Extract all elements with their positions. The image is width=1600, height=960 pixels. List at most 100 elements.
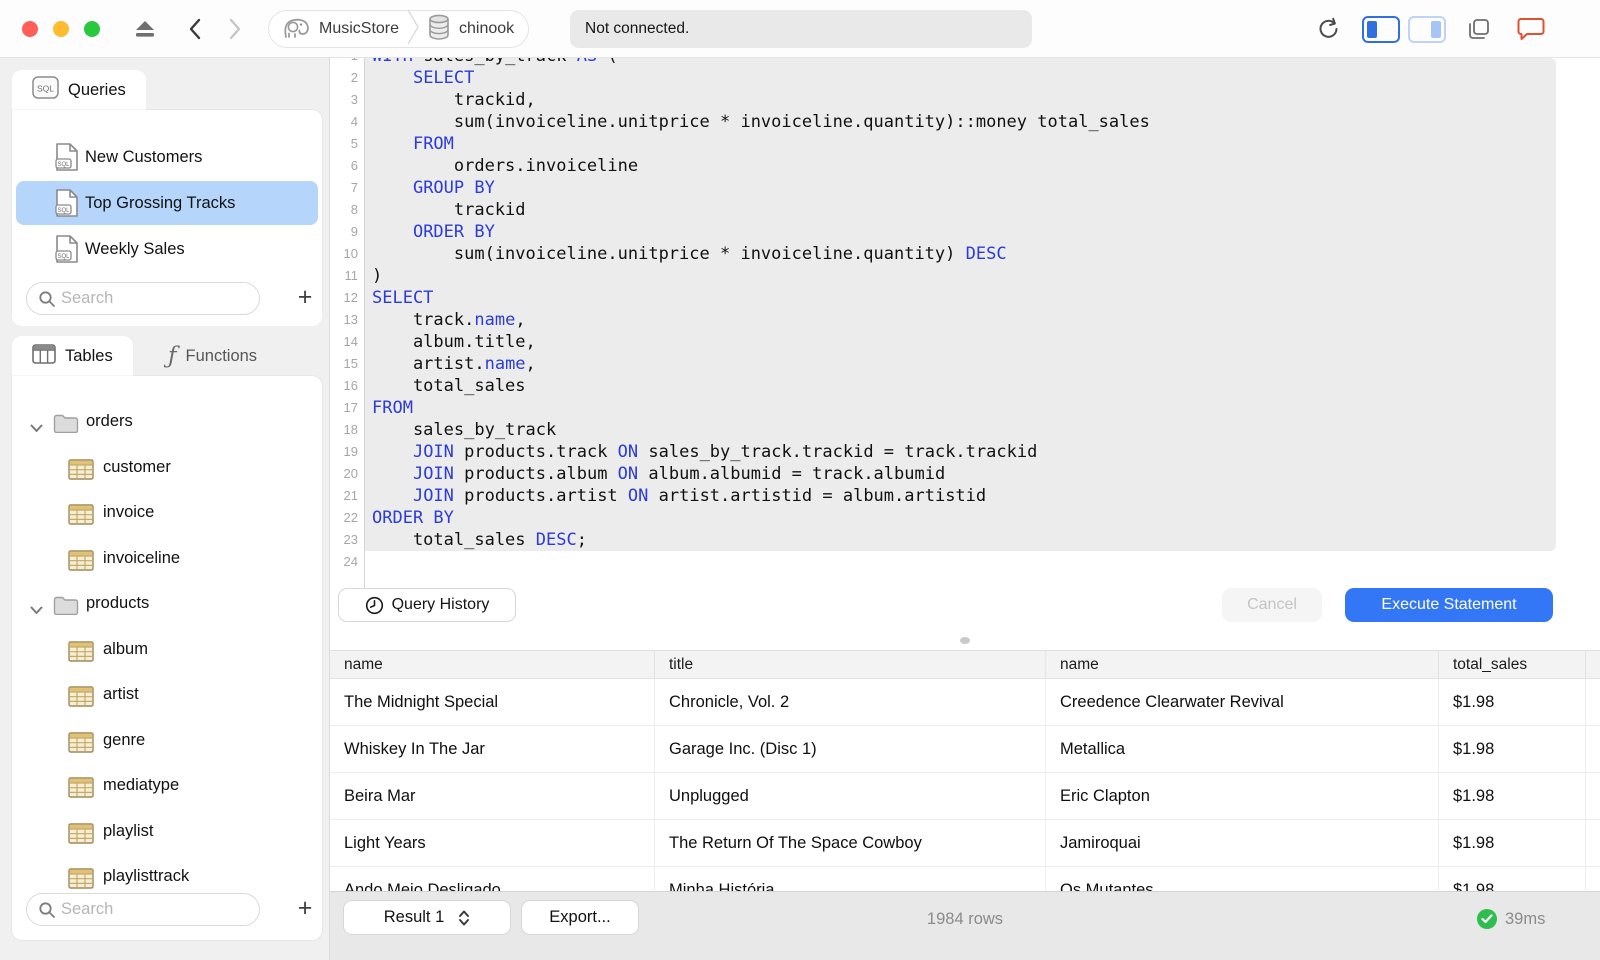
export-button[interactable]: Export... xyxy=(522,901,638,934)
sidebar-left-toggle[interactable] xyxy=(1362,16,1400,43)
splitter-handle-icon[interactable] xyxy=(960,637,970,644)
table-cell[interactable]: Ando Meio Desligado xyxy=(330,867,655,891)
tree-table-row[interactable]: genre xyxy=(12,720,322,766)
chevron-down-icon[interactable] xyxy=(30,420,43,438)
table-cell[interactable]: $1.98 xyxy=(1439,820,1586,866)
code-line[interactable]: orders.invoiceline xyxy=(372,155,1150,177)
tree-table-row[interactable]: mediatype xyxy=(12,765,322,811)
tree-table-row[interactable]: playlist xyxy=(12,811,322,857)
code-line[interactable]: ORDER BY xyxy=(372,221,1150,243)
code-line[interactable]: ) xyxy=(372,265,1150,287)
add-table-button[interactable]: + xyxy=(290,892,320,926)
chat-bubble-icon[interactable] xyxy=(1516,14,1546,44)
table-cell[interactable]: $1.98 xyxy=(1439,679,1586,725)
eject-icon[interactable] xyxy=(130,14,160,44)
table-cell[interactable]: The Midnight Special xyxy=(330,679,655,725)
query-list-item[interactable]: SQL Top Grossing Tracks xyxy=(12,180,322,226)
code-line[interactable]: SELECT xyxy=(372,67,1150,89)
code-line[interactable]: trackid xyxy=(372,199,1150,221)
code-line[interactable]: total_sales xyxy=(372,375,1150,397)
table-cell[interactable]: Metallica xyxy=(1046,726,1439,772)
chevron-up-down-icon xyxy=(459,910,470,925)
code-line[interactable]: FROM xyxy=(372,133,1150,155)
column-header[interactable]: name xyxy=(330,651,655,678)
table-cell[interactable]: $1.98 xyxy=(1439,773,1586,819)
tab-functions[interactable]: ƒ Functions xyxy=(148,336,277,376)
tab-queries[interactable]: SQL Queries xyxy=(12,70,146,110)
tree-table-row[interactable]: customer xyxy=(12,447,322,493)
code-line[interactable]: JOIN products.artist ON artist.artistid … xyxy=(372,485,1150,507)
tree-folder-row[interactable]: products xyxy=(12,583,322,629)
table-cell[interactable]: Os Mutantes xyxy=(1046,867,1439,891)
table-cell[interactable]: $1.98 xyxy=(1439,726,1586,772)
code-line[interactable]: sum(invoiceline.unitprice * invoiceline.… xyxy=(372,111,1150,133)
code-line[interactable]: SELECT xyxy=(372,287,1150,309)
query-history-button[interactable]: Query History xyxy=(338,588,516,622)
sidebar-right-toggle[interactable] xyxy=(1408,16,1446,43)
queries-search[interactable] xyxy=(26,282,260,315)
table-cell[interactable]: Unplugged xyxy=(655,773,1046,819)
zoom-button[interactable] xyxy=(84,21,100,37)
code-line[interactable] xyxy=(372,551,1150,573)
minimize-button[interactable] xyxy=(53,21,69,37)
table-cell[interactable]: Minha História xyxy=(655,867,1046,891)
query-list-item[interactable]: SQL New Customers xyxy=(12,134,322,180)
pane-splitter[interactable] xyxy=(330,632,1600,650)
column-header[interactable]: total_sales xyxy=(1439,651,1586,678)
table-cell[interactable]: Eric Clapton xyxy=(1046,773,1439,819)
table-cell[interactable]: Garage Inc. (Disc 1) xyxy=(655,726,1046,772)
chevron-down-icon[interactable] xyxy=(30,602,43,620)
add-query-button[interactable]: + xyxy=(290,281,320,315)
code-line[interactable]: album.title, xyxy=(372,331,1150,353)
result-selector[interactable]: Result 1 xyxy=(344,901,510,934)
table-row[interactable]: The Midnight Special Chronicle, Vol. 2 Cre… xyxy=(330,679,1600,726)
table-cell[interactable]: Creedence Clearwater Revival xyxy=(1046,679,1439,725)
table-cell[interactable]: Jamiroquai xyxy=(1046,820,1439,866)
tree-table-row[interactable]: invoice xyxy=(12,492,322,538)
table-cell[interactable]: Chronicle, Vol. 2 xyxy=(655,679,1046,725)
windows-icon[interactable] xyxy=(1464,14,1494,44)
tables-search[interactable] xyxy=(26,893,260,926)
table-cell[interactable]: Beira Mar xyxy=(330,773,655,819)
code-line[interactable]: track.name, xyxy=(372,309,1150,331)
tree-table-row[interactable]: artist xyxy=(12,674,322,720)
code-line[interactable]: GROUP BY xyxy=(372,177,1150,199)
code-line[interactable]: sum(invoiceline.unitprice * invoiceline.… xyxy=(372,243,1150,265)
sql-editor[interactable]: 123456789101112131415161718192021222324 … xyxy=(330,58,1600,632)
column-header[interactable]: title xyxy=(655,651,1046,678)
table-row[interactable]: Ando Meio Desligado Minha História Os Muta… xyxy=(330,867,1600,891)
queries-search-input[interactable] xyxy=(61,284,251,313)
code-line[interactable]: trackid, xyxy=(372,89,1150,111)
query-list-item[interactable]: SQL Weekly Sales xyxy=(12,226,322,272)
breadcrumb[interactable]: MusicStore chinook xyxy=(268,9,530,48)
tables-search-input[interactable] xyxy=(61,895,251,924)
code-line[interactable]: sales_by_track xyxy=(372,419,1150,441)
tree-table-row[interactable]: album xyxy=(12,629,322,675)
svg-text:SQL: SQL xyxy=(37,84,54,94)
sql-code[interactable]: WITH sales_by_track AS ( SELECT trackid,… xyxy=(372,58,1150,573)
table-row[interactable]: Light Years The Return Of The Space Cowbo… xyxy=(330,820,1600,867)
column-header[interactable]: name xyxy=(1046,651,1439,678)
code-line[interactable]: total_sales DESC; xyxy=(372,529,1150,551)
tree-table-row[interactable]: invoiceline xyxy=(12,538,322,584)
table-row[interactable]: Beira Mar Unplugged Eric Clapton $1.98 xyxy=(330,773,1600,820)
refresh-icon[interactable] xyxy=(1313,14,1343,44)
table-cell[interactable]: $1.98 xyxy=(1439,867,1586,891)
table-cell[interactable]: The Return Of The Space Cowboy xyxy=(655,820,1046,866)
code-line[interactable]: FROM xyxy=(372,397,1150,419)
code-line[interactable]: JOIN products.track ON sales_by_track.tr… xyxy=(372,441,1150,463)
back-button[interactable] xyxy=(180,14,210,44)
code-line[interactable]: artist.name, xyxy=(372,353,1150,375)
code-line[interactable]: WITH sales_by_track AS ( xyxy=(372,58,1150,67)
close-button[interactable] xyxy=(22,21,38,37)
table-cell[interactable]: Whiskey In The Jar xyxy=(330,726,655,772)
table-cell[interactable]: Light Years xyxy=(330,820,655,866)
tree-table-row[interactable]: playlisttrack xyxy=(12,856,322,893)
table-row[interactable]: Whiskey In The Jar Garage Inc. (Disc 1) Me… xyxy=(330,726,1600,773)
forward-button[interactable] xyxy=(220,14,250,44)
code-line[interactable]: ORDER BY xyxy=(372,507,1150,529)
code-line[interactable]: JOIN products.album ON album.albumid = t… xyxy=(372,463,1150,485)
tab-tables[interactable]: Tables xyxy=(12,336,133,376)
tree-folder-row[interactable]: orders xyxy=(12,401,322,447)
execute-statement-button[interactable]: Execute Statement xyxy=(1345,588,1553,622)
